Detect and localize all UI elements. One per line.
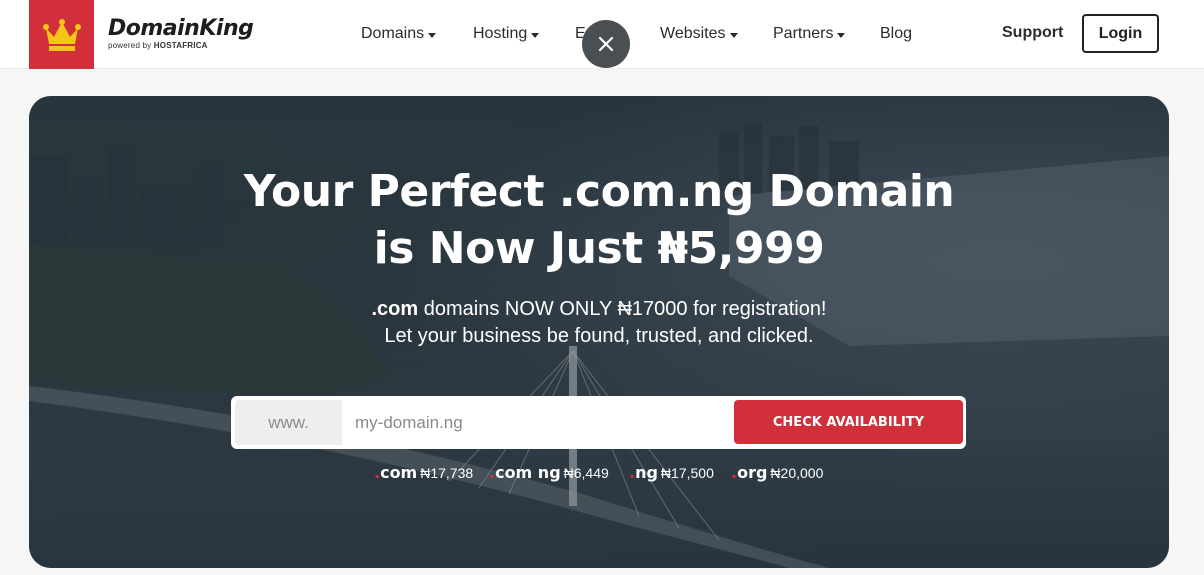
nav-item-websites[interactable]: Websites [660, 24, 738, 44]
tld-name: .com ng [489, 463, 561, 482]
tld-price-com[interactable]: .com ₦17,738 [374, 463, 473, 482]
nav-label: Blog [880, 25, 913, 42]
brand[interactable]: DomainKing powered by HOSTAFRICA [108, 16, 254, 50]
domain-search-input[interactable] [343, 400, 728, 445]
tld-price-com-ng[interactable]: .com ng ₦6,449 [489, 463, 609, 482]
hero-banner: Your Perfect .com.ng Domain is Now Just … [29, 96, 1169, 568]
brand-tagline-prefix: powered by [108, 41, 154, 50]
tld-name: .ng [629, 463, 658, 482]
login-button[interactable]: Login [1082, 14, 1159, 53]
close-icon [598, 36, 614, 52]
nav-item-blog[interactable]: Blog [880, 24, 912, 44]
tld-price-org[interactable]: .org ₦20,000 [731, 463, 823, 482]
nav-label: Partners [773, 25, 834, 42]
brand-name: DomainKing [108, 16, 254, 41]
nav-item-domains[interactable]: Domains [361, 24, 437, 44]
nav-item-hosting[interactable]: Hosting [473, 24, 540, 44]
close-button[interactable] [582, 20, 630, 68]
crown-logo[interactable] [29, 0, 94, 69]
hero-headline-line1: Your Perfect .com.ng Domain [243, 166, 955, 217]
brand-tagline-company: HOSTAFRICA [153, 41, 208, 50]
support-link[interactable]: Support [1002, 24, 1063, 42]
tld-price-list: .com ₦17,738 .com ng ₦6,449 .ng ₦17,500 … [29, 463, 1169, 483]
subtitle-rest: domains NOW ONLY ₦17000 for registration… [418, 298, 827, 320]
nav-label: Domains [361, 25, 425, 42]
subtitle-bold: .com [371, 298, 419, 320]
caret-down-icon [531, 32, 540, 38]
check-availability-button[interactable]: CHECK AVAILABILITY [734, 400, 963, 444]
tld-price: ₦17,738 [420, 465, 474, 481]
tld-price-ng[interactable]: .ng ₦17,500 [629, 463, 714, 482]
tld-name: .com [374, 463, 418, 482]
crown-icon [42, 18, 81, 51]
caret-down-icon [428, 32, 437, 38]
tld-price: ₦6,449 [563, 465, 609, 481]
hero-headline-line2: is Now Just ₦5,999 [373, 223, 825, 274]
caret-down-icon [837, 32, 846, 38]
tld-price: ₦17,500 [660, 465, 714, 481]
nav-item-partners[interactable]: Partners [773, 24, 846, 44]
www-prefix: www. [235, 400, 342, 445]
domain-search-bar: www. CHECK AVAILABILITY [231, 396, 966, 449]
nav-label: Websites [660, 25, 726, 42]
nav-label: Hosting [473, 25, 528, 42]
hero-subtitle-line2: Let your business be found, trusted, and… [384, 325, 814, 347]
caret-down-icon [729, 32, 738, 38]
brand-tagline: powered by HOSTAFRICA [108, 41, 253, 50]
tld-name: .org [731, 463, 768, 482]
tld-price: ₦20,000 [770, 465, 824, 481]
hero-subtitle-line1: .com domains NOW ONLY ₦17000 for registr… [29, 296, 1169, 322]
